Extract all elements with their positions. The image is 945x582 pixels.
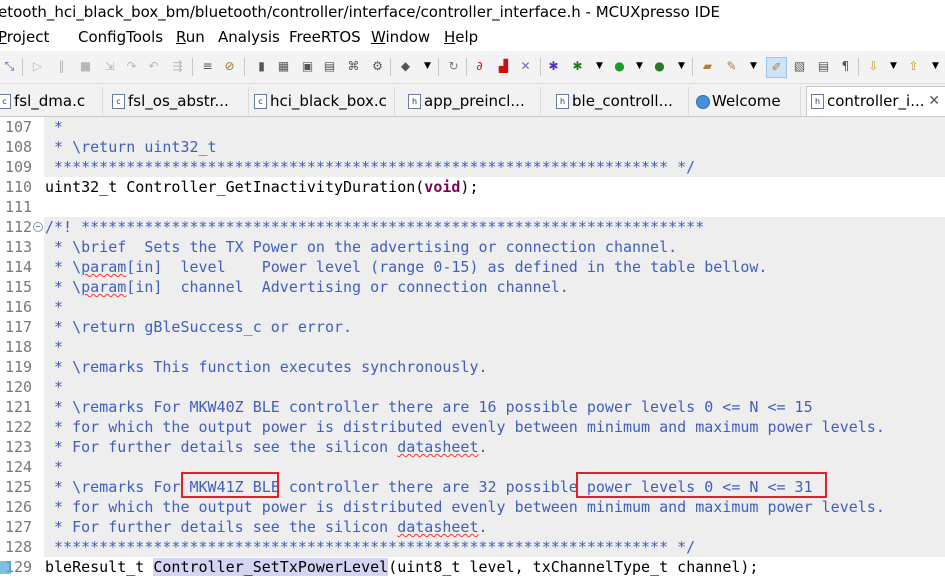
menu-analysis[interactable]: Analysis [218,25,280,50]
disconnect-icon[interactable]: ⇶ [170,59,185,74]
menu-freertos[interactable]: FreeRTOS [289,25,361,50]
skip-breakpoints-icon[interactable]: ⊘ [222,59,237,74]
dropdown-icon[interactable]: ▼ [928,59,943,74]
suspend-icon[interactable]: ‖ [54,59,69,74]
code-line: 117 * \return gBleSuccess_c or error. [5,318,353,336]
show-whitespace-icon[interactable]: ¶ [838,59,853,74]
step-into-icon[interactable]: ⇲ [102,59,117,74]
tab-ble-controller[interactable]: h ble_controll... [552,87,689,115]
dropdown-icon[interactable]: ▼ [674,59,689,74]
tab-fsl-os-abstraction[interactable]: c fsl_os_abstr... [108,87,249,115]
code-line: 110 uint32_t Controller_GetInactivityDura… [5,178,479,196]
variables-icon[interactable]: ▣ [300,59,315,74]
code-line: 127 * For further details see the silico… [5,518,488,536]
code-line: 112 − /*! ******************************… [5,218,705,236]
menu-bar: Project ConfigTools Run Analysis FreeRTO… [0,25,945,50]
toolbar: ⤡ ▷ ‖ ■ ⇲ ↷ ↶ ⇶ ≡ ⊘ ▮ ▦ ▣ ▤ ⌘ ⚙ ◆ ▼ ↻ ∂ … [0,51,945,84]
step-return-icon[interactable]: ↷ [124,59,139,74]
window-title: etooth_hci_black_box_bm/bluetooth/contro… [0,3,721,21]
power-levels-highlight [576,472,827,498]
reset-icon[interactable]: ↻ [446,59,461,74]
code-line: 122 * for which the output power is dist… [5,418,885,436]
menu-window[interactable]: Window [371,25,430,50]
code-line: 121 * \remarks For MKW40Z BLE controller… [5,398,813,416]
dropdown-icon[interactable]: ▼ [632,59,647,74]
drop-frame-icon[interactable]: ↶ [146,59,161,74]
tab-app-preinclude[interactable]: h app_preincl... [404,87,541,115]
code-line: 129 bleResult_t Controller_SetTxPowerLeve… [5,558,759,576]
code-line: 116 * [5,298,64,316]
run-icon[interactable]: ● [612,59,627,74]
window-title-bar: etooth_hci_black_box_bm/bluetooth/contro… [0,0,945,25]
memory-icon[interactable]: ▮ [254,59,269,74]
code-line: 128 ************************************… [5,538,696,556]
dropdown-icon[interactable]: ▼ [420,59,435,74]
settings-icon[interactable]: ⚙ [370,59,385,74]
tab-controller-interface[interactable]: h controller_i... ✕ [806,86,945,116]
h-file-icon: h [408,94,421,109]
code-line: 120 * [5,378,64,396]
code-line: 108 * \return uint32_t [5,138,217,156]
c-file-icon: c [112,94,125,109]
tab-fsl-dma[interactable]: c fsl_dma.c [0,87,103,115]
previous-annotation-icon[interactable]: ⇧ [906,59,921,74]
editor-tab-bar: c fsl_dma.c c fsl_os_abstr... c hci_blac… [0,84,945,117]
dropdown-icon[interactable]: ▼ [886,59,901,74]
code-editor[interactable]: 107 * 108 * \return uint32_t 109 *******… [0,117,945,582]
globe-icon [696,95,710,109]
mkw41z-ble-highlight [181,472,279,498]
code-line: 114 * \param[in] level Power level (rang… [5,258,768,276]
menu-run[interactable]: Run [176,25,205,50]
quick-diff-marker [0,561,11,574]
dropdown-icon[interactable]: ▼ [746,59,761,74]
c-file-icon: c [0,94,11,109]
tab-welcome[interactable]: Welcome [692,87,801,115]
terminate-icon[interactable]: ■ [78,59,93,74]
link-icon[interactable]: ∂ [472,59,487,74]
trace-icon[interactable]: ⌘ [346,59,361,74]
pin-icon[interactable]: ⤡ [2,59,17,74]
next-annotation-icon[interactable]: ⇩ [866,59,881,74]
c-file-icon: c [254,94,267,109]
chip-icon[interactable]: ◆ [398,59,413,74]
open-task-icon[interactable]: ▰ [700,59,715,74]
close-icon[interactable]: ✕ [928,87,940,115]
search-icon[interactable]: ✎ [724,59,739,74]
toggle-word-wrap-icon[interactable]: ▧ [792,59,807,74]
code-line: 115 * \param[in] channel Advertising or … [5,278,569,296]
h-file-icon: h [811,94,824,109]
code-line: 118 * [5,338,64,356]
code-line: 111 [5,198,33,216]
menu-configtools[interactable]: ConfigTools [78,25,163,50]
debug-bug-icon[interactable]: ✱ [546,59,561,74]
code-line: 126 * for which the output power is dist… [5,498,885,516]
external-tools-icon[interactable]: ● [652,59,667,74]
block-selection-icon[interactable]: ▤ [816,59,831,74]
boot-icon[interactable]: ▟ [496,59,511,74]
code-line: 109 ************************************… [5,158,696,176]
h-file-icon: h [556,94,569,109]
code-line: 113 * \brief Sets the TX Power on the ad… [5,238,678,256]
dropdown-icon[interactable]: ▼ [592,59,607,74]
mark-occurrences-icon[interactable]: ✐ [766,57,787,78]
tab-hci-black-box[interactable]: c hci_black_box.c [250,87,395,115]
fold-toggle-icon[interactable]: − [33,222,43,232]
registers-icon[interactable]: ▦ [276,59,291,74]
code-line: 107 * [5,118,64,136]
expressions-icon[interactable]: ▤ [322,59,337,74]
menu-project[interactable]: Project [0,25,49,50]
debug-config-icon[interactable]: ✱ [570,59,585,74]
code-line: 123 * For further details see the silico… [5,438,488,456]
flash-icon[interactable]: ✕ [518,59,533,74]
console-icon[interactable]: ≡ [200,59,215,74]
menu-help[interactable]: Help [444,25,478,50]
step-over-icon[interactable]: ▷ [30,59,45,74]
code-line: 119 * \remarks This function executes sy… [5,358,488,376]
